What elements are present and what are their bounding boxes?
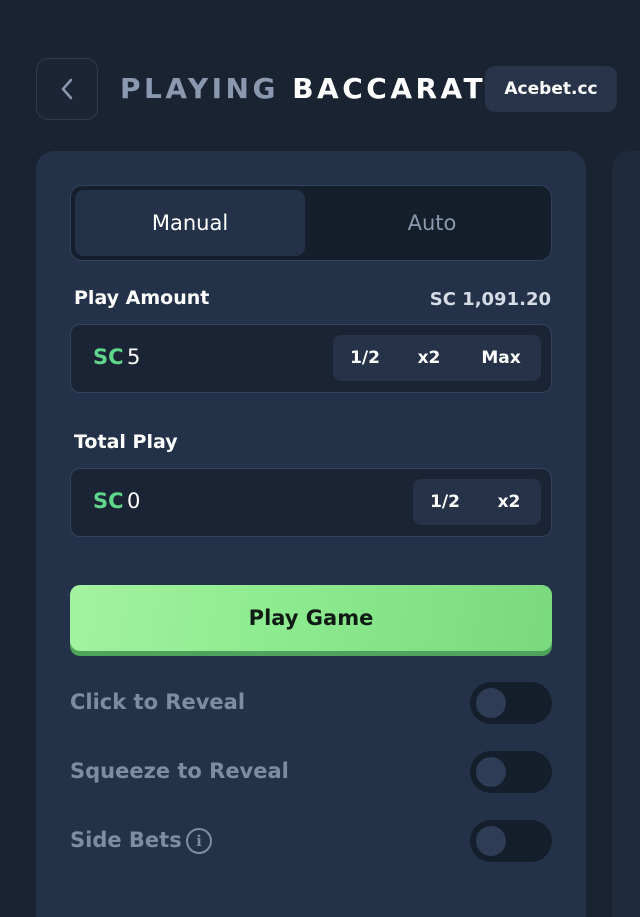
toggle-row-side-bets: Side Bets i [70,820,552,862]
back-button[interactable] [36,58,98,120]
toggle-knob [476,688,506,718]
toggle-row-squeeze-to-reveal: Squeeze to Reveal [70,751,552,793]
double-button[interactable]: x2 [397,335,461,381]
toggle-label: Side Bets [70,828,182,852]
toggle-label: Click to Reveal [70,690,246,714]
bet-panel: Manual Auto Play Amount SC 1,091.20 SC 5… [36,151,586,917]
title-prefix: PLAYING [120,72,279,105]
total-play-label: Total Play [74,431,178,453]
currency-label: SC [93,489,124,513]
chevron-left-icon [61,78,73,100]
tab-auto[interactable]: Auto [317,190,547,256]
toggle-label: Squeeze to Reveal [70,759,289,783]
play-amount-label: Play Amount [74,287,210,309]
double-button[interactable]: x2 [477,479,541,525]
squeeze-to-reveal-toggle[interactable] [470,751,552,793]
total-play-value[interactable]: 0 [127,489,140,513]
click-to-reveal-toggle[interactable] [470,682,552,724]
toggle-knob [476,826,506,856]
info-icon[interactable]: i [186,828,212,854]
toggle-knob [476,757,506,787]
balance-value: SC 1,091.20 [429,289,551,310]
play-amount-input[interactable]: SC 5 1/2 x2 Max [70,324,552,393]
total-play-modifiers: 1/2 x2 [413,479,541,525]
page-title: PLAYING BACCARAT [120,72,486,105]
play-amount-value[interactable]: 5 [127,345,140,369]
brand-badge[interactable]: Acebet.cc [485,66,617,112]
play-game-button[interactable]: Play Game [70,585,552,651]
half-button[interactable]: 1/2 [333,335,397,381]
currency-label: SC [93,345,124,369]
side-panel-edge [612,151,640,917]
header: PLAYING BACCARAT Acebet.cc [36,58,618,120]
mode-tabs: Manual Auto [70,185,552,261]
tab-manual[interactable]: Manual [75,190,305,256]
toggle-row-click-to-reveal: Click to Reveal [70,682,552,724]
half-button[interactable]: 1/2 [413,479,477,525]
play-amount-modifiers: 1/2 x2 Max [333,335,541,381]
max-button[interactable]: Max [461,335,541,381]
title-game: BACCARAT [292,72,487,105]
total-play-input[interactable]: SC 0 1/2 x2 [70,468,552,537]
side-bets-toggle[interactable] [470,820,552,862]
